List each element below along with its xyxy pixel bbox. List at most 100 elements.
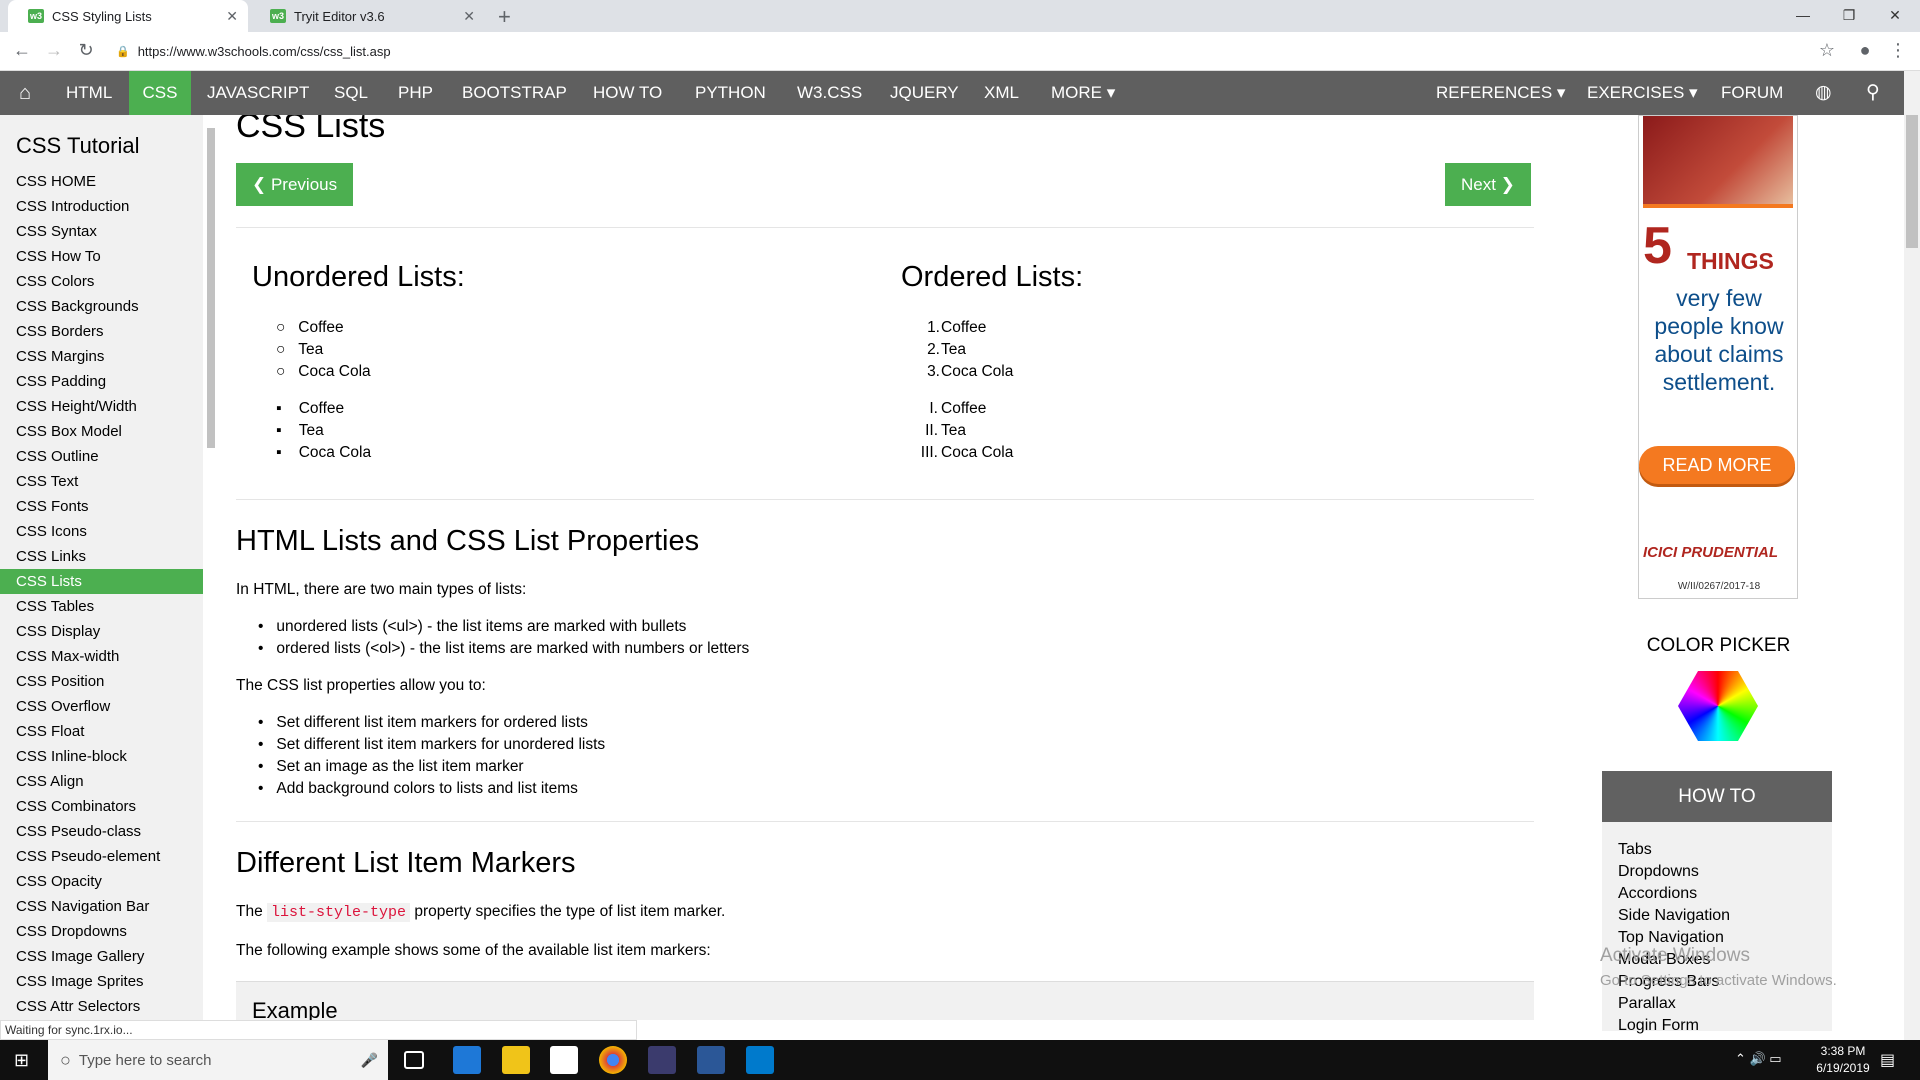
eclipse-icon[interactable] <box>648 1046 676 1074</box>
close-icon[interactable]: ✕ <box>463 8 475 25</box>
tab-tryit-editor[interactable]: w3 Tryit Editor v3.6 ✕ <box>250 0 485 32</box>
nav-jquery[interactable]: JQUERY <box>890 71 959 115</box>
window-close-icon[interactable]: ✕ <box>1872 0 1918 32</box>
w3schools-favicon-icon: w3 <box>270 9 286 23</box>
sidebar-item-css-tables[interactable]: CSS Tables <box>0 594 203 619</box>
nav-python[interactable]: PYTHON <box>695 71 766 115</box>
clock[interactable]: 3:38 PM 6/19/2019 <box>1805 1043 1881 1077</box>
howto-link-dropdowns[interactable]: Dropdowns <box>1618 863 1699 881</box>
home-icon[interactable]: ⌂ <box>0 71 50 115</box>
previous-button[interactable]: ❮ Previous <box>236 163 354 206</box>
nav-sql[interactable]: SQL <box>334 71 368 115</box>
task-view-icon[interactable] <box>404 1051 424 1069</box>
status-bar: Waiting for sync.1rx.io... <box>0 1020 637 1040</box>
nav-references[interactable]: REFERENCES ▾ <box>1436 71 1565 115</box>
nav-bootstrap[interactable]: BOOTSTRAP <box>462 71 567 115</box>
browser-tab-strip: w3 CSS Styling Lists ✕ w3 Tryit Editor v… <box>0 0 1920 32</box>
globe-icon[interactable]: ◍ <box>1815 71 1832 115</box>
profile-icon[interactable]: ● <box>1853 40 1877 61</box>
sidebar-item-css-display[interactable]: CSS Display <box>0 619 203 644</box>
taskbar-search-box[interactable]: ○ Type here to search 🎤 <box>48 1040 388 1080</box>
back-arrow-icon[interactable]: ← <box>10 40 34 61</box>
sidebar-item-css-image-gallery[interactable]: CSS Image Gallery <box>0 944 203 969</box>
howto-link-accordions[interactable]: Accordions <box>1618 885 1697 903</box>
page-scrollbar-thumb[interactable] <box>1906 115 1918 248</box>
nav-more[interactable]: MORE ▾ <box>1051 71 1115 115</box>
sidebar-item-css-home[interactable]: CSS HOME <box>0 169 203 194</box>
menu-dots-icon[interactable]: ⋮ <box>1886 40 1910 61</box>
close-icon[interactable]: ✕ <box>226 8 238 25</box>
sidebar-item-css-links[interactable]: CSS Links <box>0 544 203 569</box>
file-explorer-icon[interactable] <box>502 1046 530 1074</box>
sidebar-item-css-position[interactable]: CSS Position <box>0 669 203 694</box>
reload-icon[interactable]: ↻ <box>74 40 98 61</box>
color-picker-icon[interactable] <box>1678 671 1758 741</box>
nav-php[interactable]: PHP <box>398 71 433 115</box>
next-button[interactable]: Next ❯ <box>1445 163 1531 206</box>
sidebar-item-css-text[interactable]: CSS Text <box>0 469 203 494</box>
sidebar-item-css-pseudo-element[interactable]: CSS Pseudo-element <box>0 844 203 869</box>
sidebar-item-css-image-sprites[interactable]: CSS Image Sprites <box>0 969 203 994</box>
sidebar-item-css-margins[interactable]: CSS Margins <box>0 344 203 369</box>
sidebar-item-css-icons[interactable]: CSS Icons <box>0 519 203 544</box>
sidebar-item-css-align[interactable]: CSS Align <box>0 769 203 794</box>
sidebar-item-css-max-width[interactable]: CSS Max-width <box>0 644 203 669</box>
system-tray-icons[interactable]: ⌃ 🔊 ▭ <box>1735 1051 1782 1067</box>
sidebar-item-css-navigation-bar[interactable]: CSS Navigation Bar <box>0 894 203 919</box>
windows-start-icon[interactable]: ⊞ <box>14 1050 29 1071</box>
chrome-icon[interactable] <box>599 1046 627 1074</box>
nav-w3css[interactable]: W3.CSS <box>797 71 862 115</box>
notifications-icon[interactable]: ▤ <box>1880 1050 1895 1070</box>
tab-css-styling-lists[interactable]: w3 CSS Styling Lists ✕ <box>8 0 248 32</box>
sidebar-scrollbar[interactable] <box>207 128 215 448</box>
minimize-icon[interactable]: — <box>1780 0 1826 32</box>
howto-link-parallax[interactable]: Parallax <box>1618 995 1676 1013</box>
howto-link-login-form[interactable]: Login Form <box>1618 1017 1699 1035</box>
bookmark-star-icon[interactable]: ☆ <box>1815 40 1839 61</box>
nav-xml[interactable]: XML <box>984 71 1019 115</box>
sidebar-item-css-dropdowns[interactable]: CSS Dropdowns <box>0 919 203 944</box>
sidebar-item-css-height-width[interactable]: CSS Height/Width <box>0 394 203 419</box>
divider <box>236 499 1534 500</box>
read-more-button[interactable]: READ MORE <box>1639 446 1795 484</box>
sidebar-item-css-opacity[interactable]: CSS Opacity <box>0 869 203 894</box>
sidebar-item-css-fonts[interactable]: CSS Fonts <box>0 494 203 519</box>
sidebar-item-css-box-model[interactable]: CSS Box Model <box>0 419 203 444</box>
vscode-icon[interactable] <box>746 1046 774 1074</box>
sidebar-item-css-outline[interactable]: CSS Outline <box>0 444 203 469</box>
new-tab-icon[interactable]: + <box>498 4 511 30</box>
nav-javascript[interactable]: JAVASCRIPT <box>207 71 309 115</box>
advertisement[interactable]: 5 THINGS very few people know about clai… <box>1638 115 1798 599</box>
sidebar-item-css-lists[interactable]: CSS Lists <box>0 569 203 594</box>
example-box: Example <box>236 981 1534 1020</box>
notepad-icon[interactable] <box>697 1046 725 1074</box>
edge-icon[interactable] <box>453 1046 481 1074</box>
sidebar-item-css-borders[interactable]: CSS Borders <box>0 319 203 344</box>
sidebar-item-css-combinators[interactable]: CSS Combinators <box>0 794 203 819</box>
sidebar-item-css-syntax[interactable]: CSS Syntax <box>0 219 203 244</box>
url-field[interactable]: 🔒 https://www.w3schools.com/css/css_list… <box>110 37 1790 66</box>
nav-how-to[interactable]: HOW TO <box>593 71 662 115</box>
sidebar-item-css-colors[interactable]: CSS Colors <box>0 269 203 294</box>
howto-link-tabs[interactable]: Tabs <box>1618 841 1652 859</box>
nav-forum[interactable]: FORUM <box>1721 71 1783 115</box>
sidebar-item-css-attr-selectors[interactable]: CSS Attr Selectors <box>0 994 203 1019</box>
microphone-icon[interactable]: 🎤 <box>361 1052 378 1069</box>
forward-arrow-icon[interactable]: → <box>42 40 66 61</box>
sidebar-item-css-pseudo-class[interactable]: CSS Pseudo-class <box>0 819 203 844</box>
restore-icon[interactable]: ❐ <box>1826 0 1872 32</box>
nav-html[interactable]: HTML <box>66 71 112 115</box>
nav-exercises[interactable]: EXERCISES ▾ <box>1587 71 1698 115</box>
sidebar-item-css-introduction[interactable]: CSS Introduction <box>0 194 203 219</box>
sidebar-item-css-inline-block[interactable]: CSS Inline-block <box>0 744 203 769</box>
sidebar-item-css-float[interactable]: CSS Float <box>0 719 203 744</box>
sidebar-item-css-padding[interactable]: CSS Padding <box>0 369 203 394</box>
nav-css[interactable]: CSS <box>129 71 191 115</box>
store-icon[interactable] <box>550 1046 578 1074</box>
search-icon[interactable]: ⚲ <box>1866 71 1880 115</box>
sidebar-item-css-overflow[interactable]: CSS Overflow <box>0 694 203 719</box>
list-item: Tea <box>941 341 966 358</box>
sidebar-item-css-how-to[interactable]: CSS How To <box>0 244 203 269</box>
sidebar-item-css-backgrounds[interactable]: CSS Backgrounds <box>0 294 203 319</box>
howto-link-side-navigation[interactable]: Side Navigation <box>1618 907 1730 925</box>
